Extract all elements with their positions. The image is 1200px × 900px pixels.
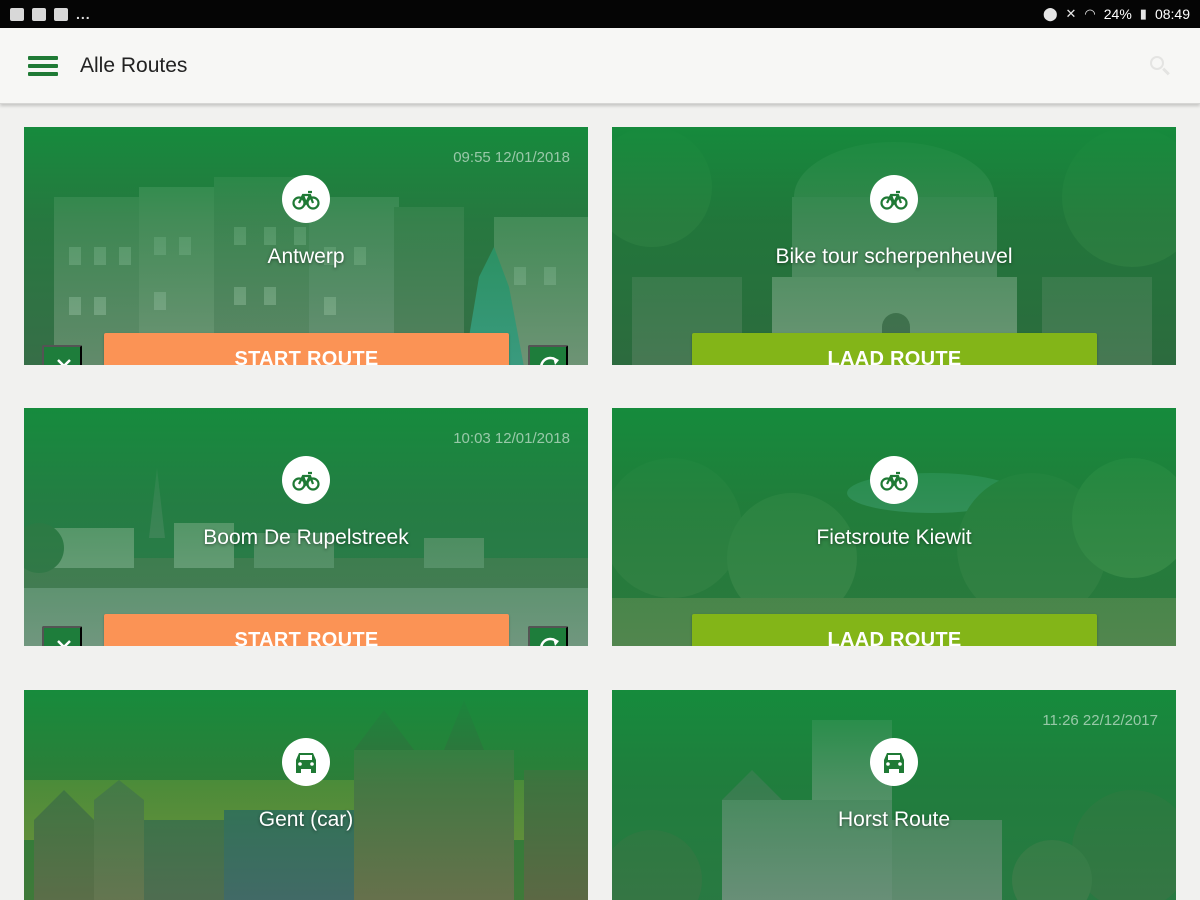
route-card-antwerp[interactable]: 09:55 12/01/2018 Antwerp START ROUTE — [24, 127, 588, 365]
image-icon — [32, 7, 46, 21]
car-icon — [282, 738, 330, 786]
delete-route-button[interactable] — [42, 626, 82, 646]
app-bar: Alle Routes — [0, 28, 1200, 104]
bike-icon — [282, 456, 330, 504]
battery-icon: ▮ — [1139, 6, 1147, 21]
start-route-button[interactable]: START ROUTE — [104, 333, 509, 365]
bike-icon — [870, 456, 918, 504]
delete-route-button[interactable] — [42, 345, 82, 365]
route-card-fietsroute-kiewit[interactable]: Fietsroute Kiewit LAAD ROUTE — [612, 408, 1176, 646]
route-card-horst-route[interactable]: 11:26 22/12/2017 Horst Route — [612, 690, 1176, 900]
page-title: Alle Routes — [80, 54, 188, 77]
load-route-button[interactable]: LAAD ROUTE — [692, 333, 1097, 365]
route-title: Gent (car) — [258, 808, 354, 831]
route-card-bike-tour-scherpenheuvel[interactable]: Bike tour scherpenheuvel LAAD ROUTE — [612, 127, 1176, 365]
bike-icon — [870, 175, 918, 223]
status-bar: ... ⬤ ✕ ◠ 24% ▮ 08:49 — [0, 0, 1200, 28]
status-bar-right: ⬤ ✕ ◠ 24% ▮ 08:49 — [1043, 6, 1190, 22]
route-title: Fietsroute Kiewit — [816, 526, 972, 549]
car-icon — [870, 738, 918, 786]
status-bar-left: ... — [10, 6, 91, 22]
search-icon[interactable] — [1148, 54, 1172, 78]
battery-level: 24% — [1103, 6, 1132, 22]
route-title: Horst Route — [837, 808, 951, 831]
route-title: Boom De Rupelstreek — [203, 526, 409, 549]
location-icon: ⬤ — [1042, 6, 1058, 21]
load-route-button[interactable]: LAAD ROUTE — [692, 614, 1097, 646]
route-card-gent-car[interactable]: Gent (car) — [24, 690, 588, 900]
start-route-button[interactable]: START ROUTE — [104, 614, 509, 646]
refresh-route-button[interactable] — [528, 345, 568, 365]
route-title: Bike tour scherpenheuvel — [775, 245, 1013, 268]
refresh-route-button[interactable] — [528, 626, 568, 646]
bike-icon — [282, 175, 330, 223]
route-title: Antwerp — [267, 245, 345, 268]
route-card-boom-de-rupelstreek[interactable]: 10:03 12/01/2018 Boom De Rupelstreek STA… — [24, 408, 588, 646]
mute-icon: ✕ — [1065, 6, 1077, 21]
clock: 08:49 — [1154, 6, 1190, 22]
image-icon — [10, 7, 24, 21]
route-timestamp: 10:03 12/01/2018 — [453, 430, 570, 447]
route-timestamp: 11:26 22/12/2017 — [1042, 712, 1158, 729]
hamburger-menu-icon[interactable] — [28, 55, 58, 77]
flipboard-icon — [54, 7, 68, 21]
route-timestamp: 09:55 12/01/2018 — [453, 149, 570, 166]
wifi-icon: ◠ — [1084, 6, 1096, 21]
notification-overflow: ... — [76, 6, 91, 22]
card-gradient — [24, 690, 588, 900]
